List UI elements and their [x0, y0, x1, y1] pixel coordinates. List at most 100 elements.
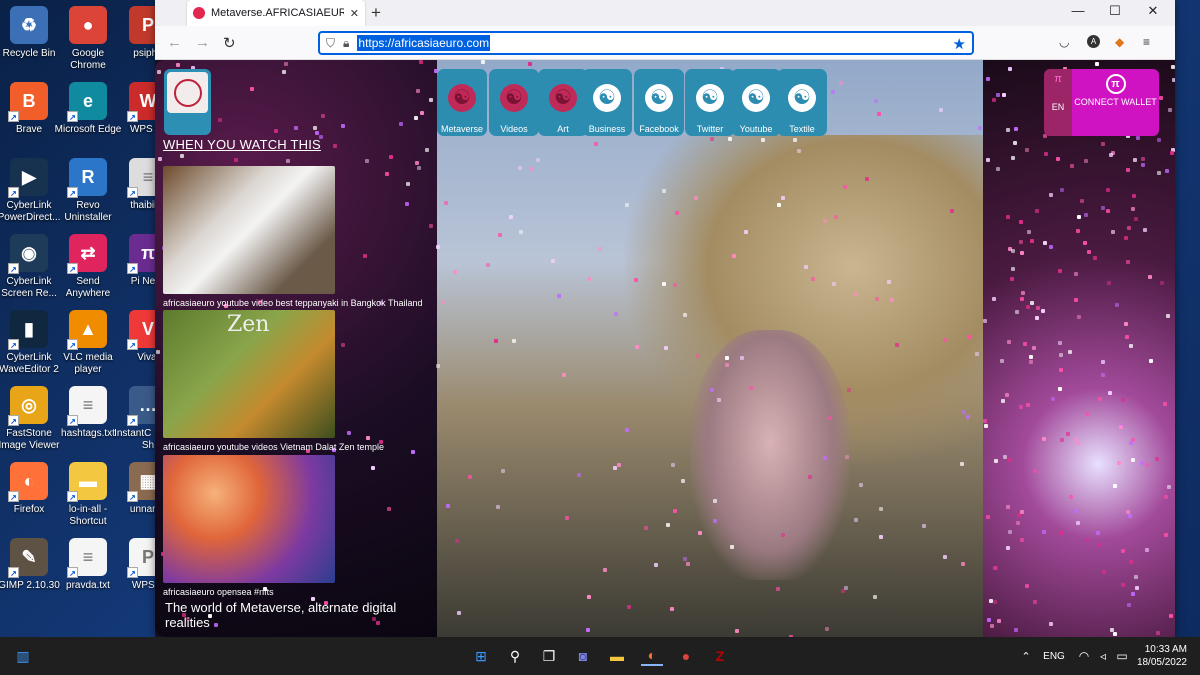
tab-close-icon[interactable]: ✕: [350, 7, 359, 20]
menu-icon[interactable]: ≡: [1143, 35, 1150, 49]
confetti-piece: [417, 166, 422, 171]
confetti-piece: [1117, 461, 1122, 466]
confetti-piece: [1145, 463, 1149, 468]
video-card[interactable]: africasiaeuro youtube video best teppany…: [163, 166, 423, 308]
confetti-piece: [419, 111, 424, 116]
back-button[interactable]: ←: [167, 34, 182, 51]
yin-yang-icon: ☯: [500, 84, 528, 112]
confetti-piece: [1086, 249, 1091, 254]
widgets-icon[interactable]: ▥: [12, 646, 34, 666]
url-text[interactable]: https://africasiaeuro.com: [357, 35, 491, 51]
confetti-piece: [1157, 137, 1162, 142]
minimize-button[interactable]: —: [1060, 3, 1096, 18]
language-button[interactable]: π EN: [1044, 69, 1072, 136]
confetti-piece: [385, 171, 390, 176]
confetti-piece: [1106, 280, 1111, 285]
confetti-piece: [1066, 432, 1071, 437]
confetti-piece: [895, 342, 900, 347]
reload-button[interactable]: ↻: [223, 34, 236, 52]
video-card[interactable]: africasiaeuro opensea #nfts: [163, 455, 335, 597]
maximize-button[interactable]: ☐: [1097, 3, 1133, 19]
confetti-piece: [1021, 290, 1026, 295]
forward-button[interactable]: →: [195, 34, 210, 51]
confetti-piece: [838, 80, 843, 85]
video-thumbnail[interactable]: Zen: [163, 310, 335, 438]
confetti-piece: [1031, 345, 1036, 350]
metamask-icon[interactable]: ◆: [1115, 35, 1124, 49]
battery-icon[interactable]: ▭: [1111, 646, 1133, 666]
confetti-piece: [1096, 530, 1101, 535]
confetti-piece: [1167, 107, 1172, 112]
bookmark-star-icon[interactable]: ★: [953, 35, 966, 53]
chat-icon[interactable]: ◙: [572, 646, 594, 666]
start-icon[interactable]: ⊞: [470, 646, 492, 666]
video-thumbnail[interactable]: [163, 455, 335, 583]
close-window-button[interactable]: ✕: [1135, 3, 1171, 19]
lock-icon[interactable]: 🔒︎: [343, 36, 349, 51]
confetti-piece: [1025, 147, 1030, 152]
input-language[interactable]: ENG: [1042, 646, 1066, 666]
thumbnail-overlay-text: Zen: [227, 312, 270, 337]
confetti-piece: [387, 507, 392, 512]
file-explorer-icon[interactable]: ▬: [606, 646, 628, 666]
nav-metaverse-button[interactable]: ☯ Metaverse: [437, 69, 487, 136]
search-icon[interactable]: ⚲: [504, 646, 526, 666]
nav-toolbar: ← → ↻ ⛉ 🔒︎ https://africasiaeuro.com ★ ◡…: [155, 26, 1175, 60]
confetti-piece: [1042, 437, 1047, 442]
confetti-piece: [810, 276, 815, 281]
confetti-piece: [710, 136, 715, 141]
chrome-taskbar-icon[interactable]: ●: [675, 646, 697, 666]
shortcut-arrow-icon: ↗: [127, 263, 138, 274]
account-icon[interactable]: A: [1087, 35, 1100, 48]
filezilla-taskbar-icon[interactable]: Z: [709, 646, 731, 666]
confetti-piece: [960, 562, 965, 567]
confetti-piece: [734, 629, 739, 634]
desktop-app-icon: e ↗: [67, 82, 107, 122]
confetti-piece: [1100, 141, 1105, 146]
connect-wallet-button[interactable]: π CONNECT WALLET: [1072, 69, 1159, 136]
nav-textile-button[interactable]: ☯ Textile: [777, 69, 827, 136]
confetti-piece: [989, 623, 994, 628]
clock[interactable]: 10:33 AM 18/05/2022: [1135, 643, 1187, 669]
tray-chevron-icon[interactable]: ⌃: [1015, 646, 1037, 666]
desktop-app-icon: ▮ ↗: [8, 310, 48, 350]
new-tab-button[interactable]: +: [371, 3, 381, 23]
pi-coin-icon: π: [1105, 74, 1126, 94]
confetti-piece: [991, 97, 996, 102]
video-thumbnail[interactable]: [163, 166, 335, 294]
confetti-piece: [686, 561, 691, 566]
task-view-icon[interactable]: ❐: [538, 646, 560, 666]
confetti-piece: [1019, 537, 1024, 542]
confetti-piece: [662, 281, 667, 286]
confetti-piece: [1131, 591, 1135, 596]
confetti-piece: [984, 423, 989, 428]
shield-icon[interactable]: ⛉: [326, 36, 335, 51]
confetti-piece: [613, 465, 618, 470]
video-card[interactable]: Zen africasiaeuro youtube videos Vietnam…: [163, 310, 384, 452]
confetti-piece: [1123, 322, 1128, 327]
nav-business-button[interactable]: ☯ Business: [582, 69, 632, 136]
confetti-piece: [497, 232, 502, 237]
site-logo[interactable]: [164, 69, 211, 135]
pocket-icon[interactable]: ◡: [1059, 35, 1069, 49]
active-tab[interactable]: Metaverse.AFRICASIAEURO | NF ✕: [187, 0, 365, 26]
confetti-piece: [712, 519, 717, 524]
confetti-piece: [879, 506, 884, 511]
watch-section-title[interactable]: WHEN YOU WATCH THIS: [163, 137, 321, 152]
confetti-piece: [1049, 244, 1054, 249]
confetti-piece: [561, 372, 566, 377]
confetti-piece: [875, 296, 880, 301]
confetti-piece: [1035, 306, 1040, 311]
nav-facebook-button[interactable]: ☯ Facebook: [634, 69, 684, 136]
confetti-piece: [418, 60, 423, 65]
firefox-taskbar-icon[interactable]: ◐: [641, 646, 663, 666]
desktop-app-icon: ●: [69, 6, 107, 44]
desktop-app-icon: ✎ ↗: [8, 538, 48, 578]
confetti-piece: [673, 508, 678, 513]
desktop-app-icon: ≡ ↗: [67, 538, 107, 578]
address-bar[interactable]: ⛉ 🔒︎ https://africasiaeuro.com ★: [318, 31, 974, 55]
confetti-piece: [1043, 151, 1048, 156]
confetti-piece: [983, 418, 988, 423]
confetti-piece: [847, 387, 852, 392]
confetti-piece: [410, 449, 415, 454]
